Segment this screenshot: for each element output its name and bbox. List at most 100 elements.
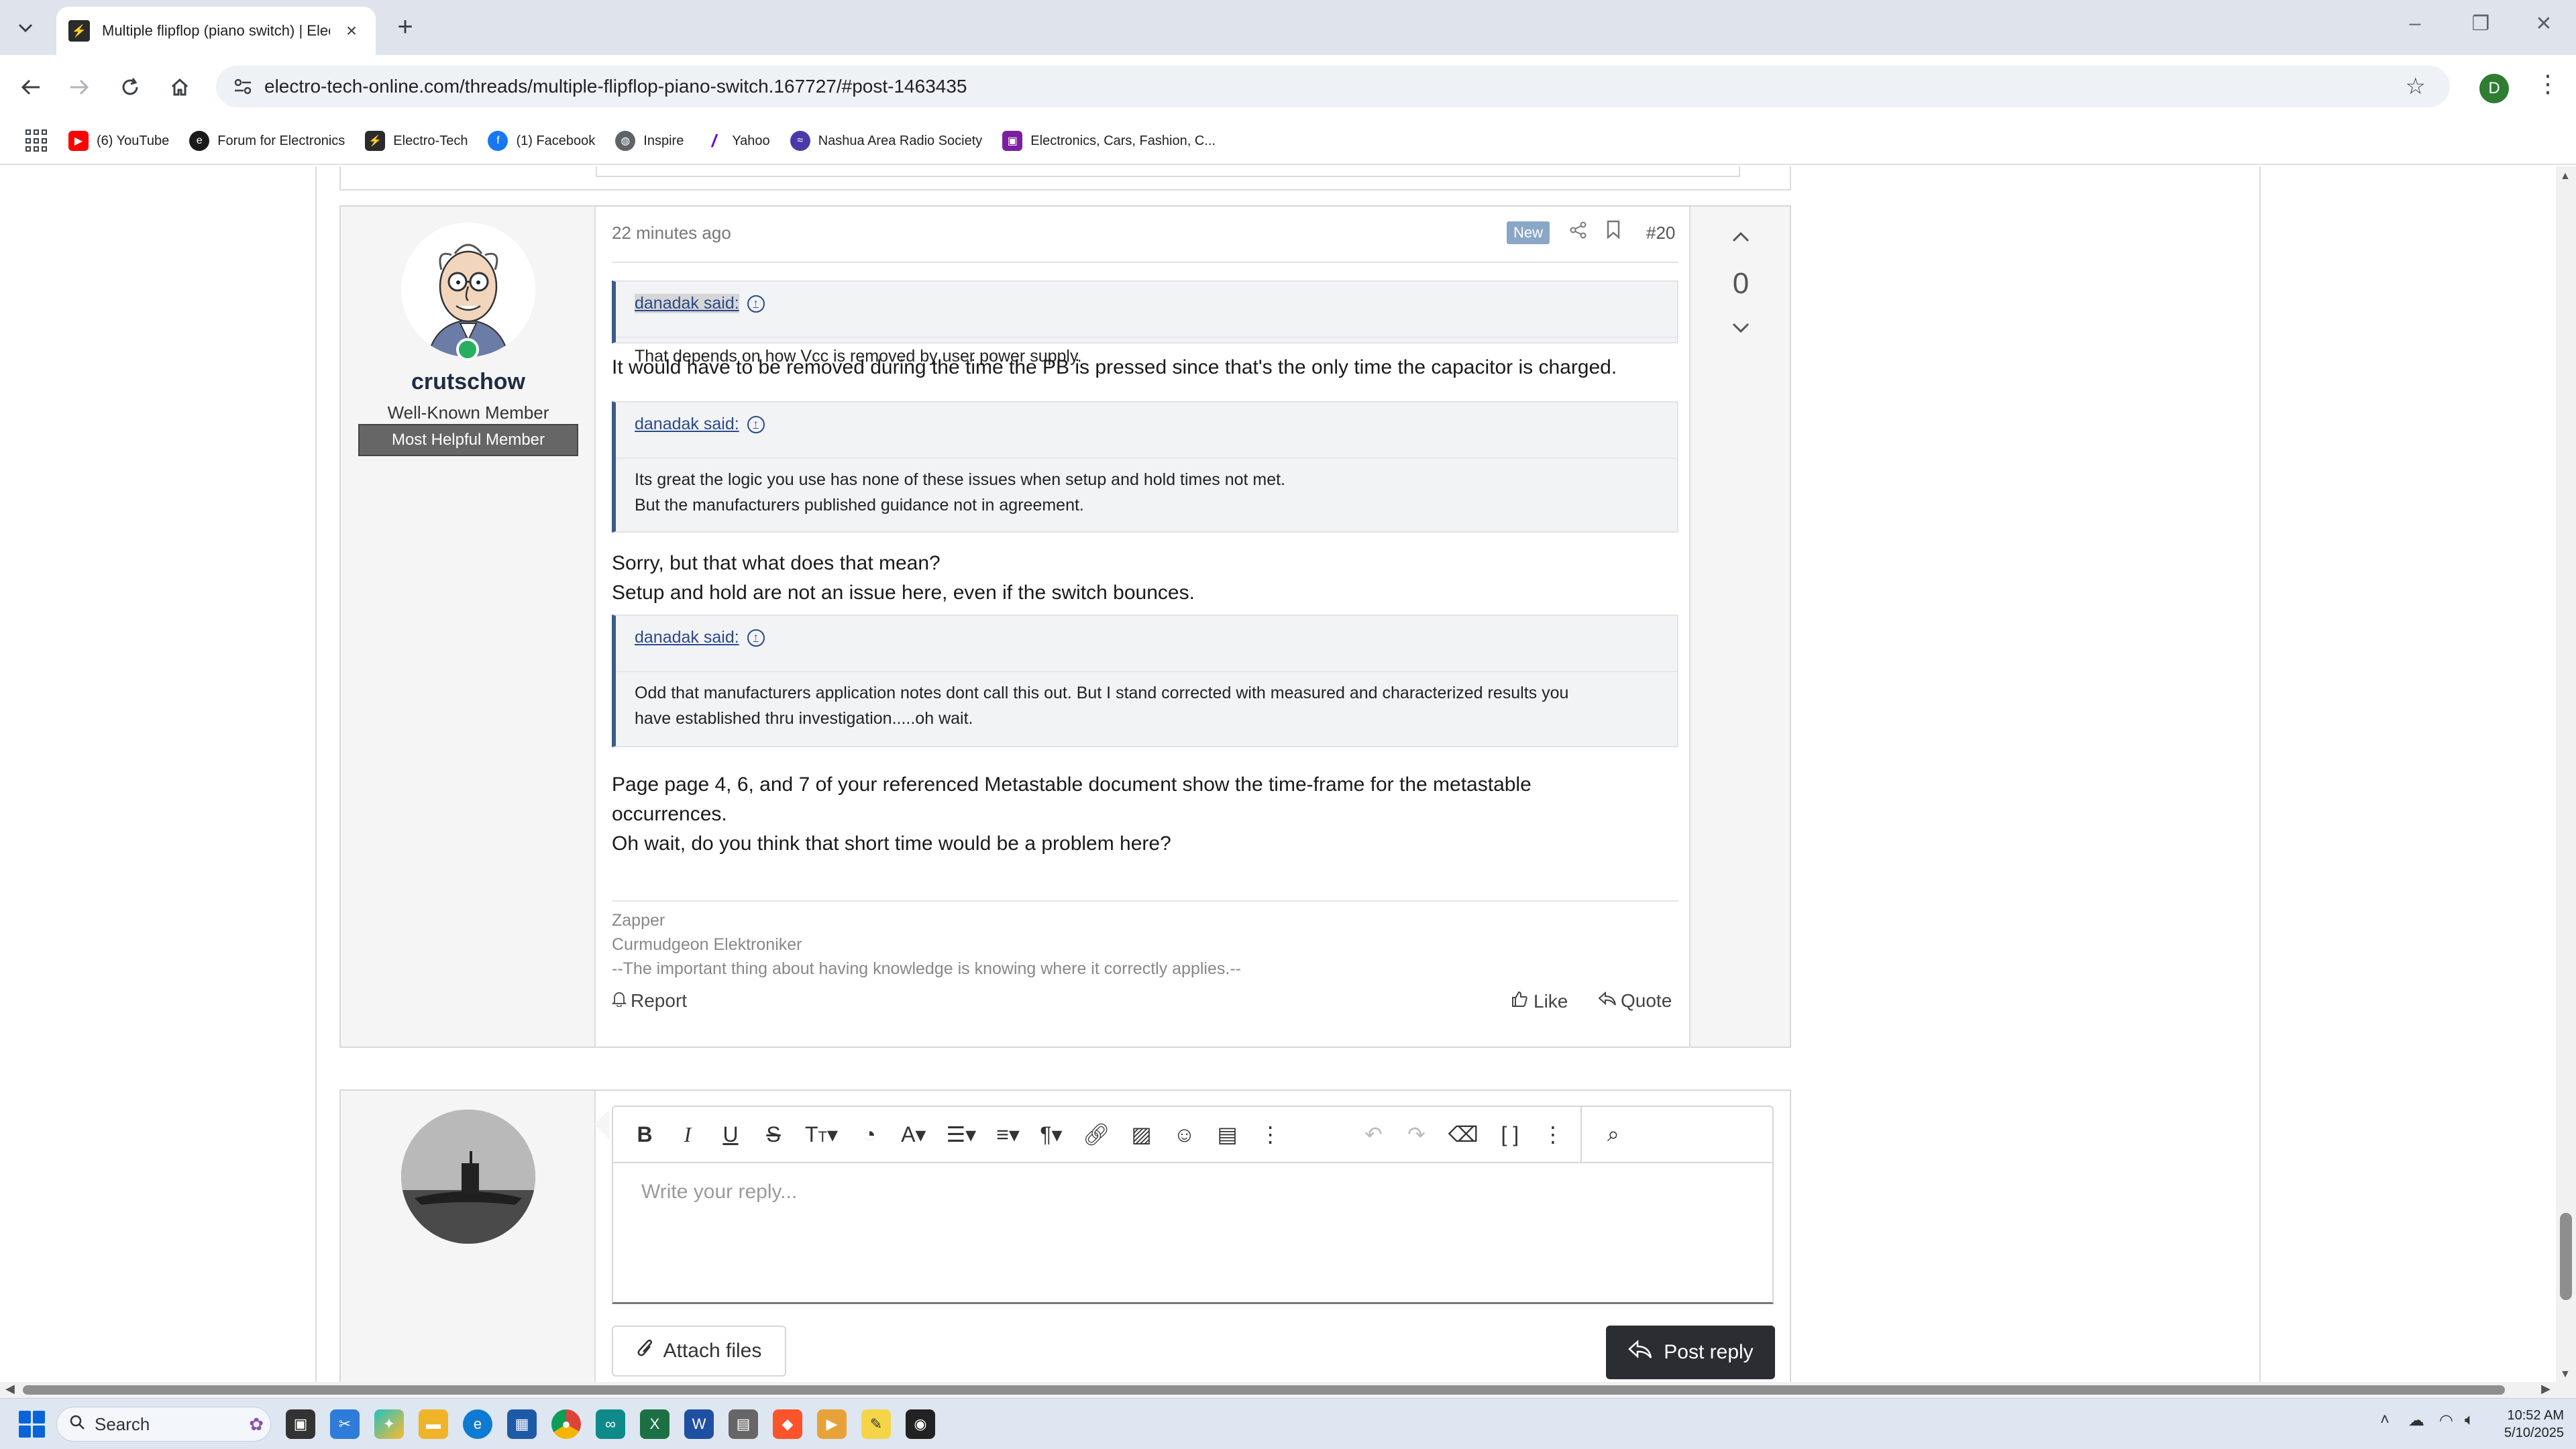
quote-jump-icon[interactable]: ↑ — [747, 629, 765, 647]
share-icon[interactable] — [1570, 221, 1587, 244]
bookmark-yahoo[interactable]: / Yahoo — [704, 131, 770, 151]
brave-icon[interactable]: ◆ — [773, 1409, 802, 1439]
paragraph-icon[interactable]: ¶▾ — [1040, 1122, 1063, 1147]
bookmark-electro-tech[interactable]: ⚡ Electro-Tech — [365, 131, 468, 151]
tab-close-icon[interactable]: × — [339, 20, 364, 42]
scroll-left-arrow-icon[interactable]: ◀ — [5, 1382, 15, 1396]
apps-grid-icon[interactable] — [25, 129, 48, 152]
bookmark-nashua-area-radio-society[interactable]: ≈ Nashua Area Radio Society — [790, 131, 982, 151]
scroll-up-arrow-icon[interactable]: ▲ — [2560, 170, 2571, 182]
tab-search-chevron-icon[interactable] — [11, 13, 40, 43]
vertical-scrollbar[interactable]: ▲ ▼ — [2556, 166, 2576, 1382]
browser-menu-icon[interactable]: ⋮ — [2534, 70, 2561, 98]
post-timestamp[interactable]: 22 minutes ago — [612, 223, 731, 244]
volume-icon[interactable]: 🔈︎ — [2465, 1411, 2474, 1430]
undo-icon[interactable]: ↶ — [1362, 1122, 1385, 1147]
minimize-icon[interactable]: – — [2395, 12, 2435, 35]
strikethrough-icon[interactable]: S — [762, 1122, 785, 1147]
horizontal-scroll-thumb[interactable] — [23, 1385, 2505, 1395]
address-bar[interactable]: electro-tech-online.com/threads/multiple… — [216, 66, 2450, 107]
link-icon[interactable]: 🔗︎ — [1083, 1122, 1110, 1147]
avatar[interactable] — [401, 1110, 535, 1244]
bbcode-toggle-icon[interactable]: [ ] — [1499, 1122, 1521, 1147]
quote-jump-icon[interactable]: ↑ — [747, 294, 765, 313]
site-settings-icon[interactable] — [229, 73, 256, 100]
media-icon[interactable]: ▤ — [1216, 1122, 1239, 1147]
preview-icon[interactable]: ⌕ — [1602, 1122, 1625, 1147]
more-options-icon[interactable]: ⋮ — [1259, 1122, 1282, 1147]
excel-icon[interactable]: X — [640, 1409, 669, 1439]
avatar[interactable] — [401, 223, 535, 357]
edge-icon[interactable]: e — [463, 1409, 492, 1439]
downvote-chevron-icon[interactable] — [1690, 314, 1791, 340]
post-reply-button[interactable]: Post reply — [1606, 1326, 1775, 1379]
copilot-icon[interactable]: ✦ — [374, 1409, 404, 1439]
quote-author-link[interactable]: danadak said: ↑ — [635, 628, 765, 647]
microsoft-store-icon[interactable]: ▦ — [507, 1409, 537, 1439]
bold-icon[interactable]: B — [633, 1122, 656, 1147]
show-hidden-icons-chevron-icon[interactable]: ˄ — [2380, 1411, 2390, 1430]
snipping-tool-icon[interactable]: ✂ — [330, 1409, 360, 1439]
home-icon[interactable] — [162, 70, 197, 105]
browser-tab-active[interactable]: ⚡ Multiple flipflop (piano switch) | Ele… — [56, 7, 376, 55]
taskbar-search[interactable]: Search ✿ — [56, 1407, 271, 1442]
quote-jump-icon[interactable]: ↑ — [747, 415, 765, 433]
bookmark-forum-for-electronics[interactable]: e Forum for Electronics — [189, 131, 345, 151]
reply-textarea[interactable]: Write your reply... — [612, 1162, 1774, 1304]
more-vertical-icon[interactable]: ⋮ — [1542, 1122, 1564, 1147]
word-icon[interactable]: W — [684, 1409, 714, 1439]
bookmark-star-icon[interactable]: ☆ — [2406, 73, 2426, 100]
notepad-icon[interactable]: ✎ — [861, 1409, 891, 1439]
bookmark-youtube[interactable]: ▶ (6) YouTube — [68, 131, 169, 151]
media-player-icon[interactable]: ▶ — [817, 1409, 847, 1439]
image-icon[interactable]: ▨ — [1130, 1122, 1153, 1147]
font-family-icon[interactable]: A▾ — [901, 1122, 926, 1147]
post-number-link[interactable]: #20 — [1646, 223, 1675, 244]
list-icon[interactable]: ☰▾ — [946, 1122, 976, 1147]
wifi-icon[interactable]: ◠ — [2439, 1411, 2453, 1430]
profile-avatar[interactable]: D — [2479, 74, 2509, 103]
windows-start-icon[interactable] — [19, 1411, 46, 1438]
eraser-icon[interactable]: ⌫ — [1448, 1122, 1479, 1147]
redo-icon[interactable]: ↷ — [1405, 1122, 1428, 1147]
vertical-scroll-thumb[interactable] — [2560, 1213, 2572, 1300]
arduino-icon[interactable]: ∞ — [596, 1409, 625, 1439]
ai-app-icon[interactable]: ◉ — [906, 1409, 935, 1439]
task-view-icon[interactable]: ▣ — [286, 1409, 315, 1439]
bookmark-electronics-cars-fashion[interactable]: ▣ Electronics, Cars, Fashion, C... — [1002, 131, 1216, 151]
reload-icon[interactable] — [113, 70, 148, 105]
report-label: Report — [631, 990, 688, 1011]
facebook-icon: f — [488, 131, 508, 151]
forward-arrow-icon[interactable] — [62, 70, 97, 105]
underline-icon[interactable]: U — [719, 1122, 742, 1147]
onedrive-icon[interactable]: ☁ — [2408, 1411, 2424, 1430]
upvote-chevron-icon[interactable] — [1690, 223, 1791, 249]
palette-icon[interactable]: ◔ — [858, 1122, 881, 1147]
scroll-down-arrow-icon[interactable]: ▼ — [2560, 1368, 2571, 1381]
report-button[interactable]: Report — [611, 990, 688, 1012]
like-button[interactable]: Like — [1511, 990, 1568, 1012]
back-arrow-icon[interactable] — [13, 70, 48, 105]
bookmark-facebook[interactable]: f (1) Facebook — [488, 131, 595, 151]
quote-button[interactable]: Quote — [1598, 990, 1672, 1012]
horizontal-scrollbar[interactable]: ◀ ▶ — [0, 1382, 2576, 1398]
calculator-icon[interactable]: ▤ — [729, 1409, 758, 1439]
italic-icon[interactable]: I — [676, 1122, 699, 1147]
post-author-name[interactable]: crutschow — [341, 369, 596, 395]
online-status-icon — [456, 338, 479, 361]
window-close-icon[interactable]: ✕ — [2524, 12, 2564, 36]
smiley-icon[interactable]: ☺ — [1173, 1122, 1196, 1147]
align-icon[interactable]: ≡▾ — [996, 1122, 1020, 1147]
scroll-right-arrow-icon[interactable]: ▶ — [2541, 1382, 2551, 1396]
new-tab-plus-icon[interactable]: + — [390, 13, 420, 43]
quote-author-link[interactable]: danadak said: ↑ — [635, 294, 765, 313]
bookmark-inspire[interactable]: ◍ Inspire — [615, 131, 684, 151]
file-explorer-icon[interactable]: ▬ — [419, 1409, 448, 1439]
taskbar-clock[interactable]: 10:52 AM 5/10/2025 — [2497, 1407, 2564, 1442]
restore-icon[interactable]: ❐ — [2461, 12, 2501, 36]
text-size-icon[interactable]: TT▾ — [805, 1122, 838, 1147]
quote-author-link[interactable]: danadak said: ↑ — [635, 415, 765, 434]
attach-files-button[interactable]: Attach files — [612, 1326, 786, 1377]
chrome-icon[interactable]: ● — [551, 1409, 581, 1439]
bookmark-icon[interactable] — [1606, 220, 1621, 244]
